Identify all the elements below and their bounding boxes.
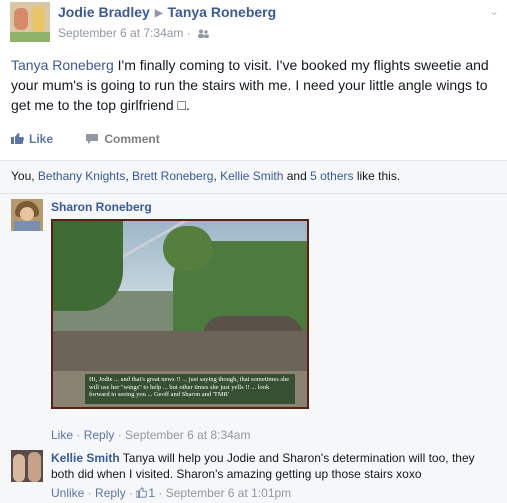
- thumbs-up-icon: [11, 133, 24, 144]
- photo-caption: Hi, Jodie ... and that's great news !! .…: [85, 374, 295, 404]
- comment-reply-link[interactable]: Reply: [95, 486, 126, 500]
- comment-actions: Like · Reply · September 6 at 8:34am: [51, 428, 250, 442]
- comment-icon: [86, 134, 99, 144]
- likes-you: You,: [11, 169, 38, 183]
- commenter-avatar[interactable]: [11, 450, 43, 482]
- comment-timestamp[interactable]: September 6 at 1:01pm: [166, 486, 291, 500]
- post: Jodie Bradley ▶ Tanya Roneberg September 6…: [0, 0, 507, 161]
- comment-like-link[interactable]: Like: [51, 428, 73, 442]
- commenter-avatar[interactable]: [11, 199, 43, 231]
- comment-like-count[interactable]: 1: [136, 486, 155, 500]
- liker-link[interactable]: Kellie Smith: [220, 169, 283, 183]
- post-timestamp[interactable]: September 6 at 7:34am: [58, 26, 183, 40]
- dot-separator: ·: [114, 428, 126, 442]
- friends-icon[interactable]: [197, 29, 210, 38]
- post-actions: Like Comment: [11, 132, 160, 146]
- post-header: Jodie Bradley ▶ Tanya Roneberg: [58, 4, 276, 20]
- chevron-down-icon[interactable]: ⌄: [489, 4, 499, 18]
- meta-separator: ·: [186, 26, 191, 40]
- comment-actions: Unlike · Reply · 1 · September 6 at 1:01…: [51, 486, 291, 500]
- liker-link[interactable]: Bethany Knights: [38, 169, 125, 183]
- likes-suffix: like this.: [353, 169, 401, 183]
- like-label: Like: [29, 132, 54, 146]
- comment-button[interactable]: Comment: [86, 132, 160, 146]
- post-meta: September 6 at 7:34am ·: [58, 26, 210, 40]
- comment-label: Comment: [104, 132, 160, 146]
- comments-section: Sharon Roneberg Hi, Jodie ... and that's…: [0, 194, 507, 503]
- dot-separator: ·: [84, 486, 96, 500]
- dot-separator: ·: [125, 486, 137, 500]
- author-avatar[interactable]: [10, 2, 50, 42]
- commenter-name-link[interactable]: Kellie Smith: [51, 451, 120, 465]
- comment-timestamp[interactable]: September 6 at 8:34am: [125, 428, 250, 442]
- thumbs-up-icon: [136, 487, 148, 498]
- others-link[interactable]: 5 others: [310, 169, 353, 183]
- dot-separator: ·: [155, 486, 166, 500]
- comment-photo[interactable]: Hi, Jodie ... and that's great news !! .…: [51, 219, 309, 409]
- likes-summary: You, Bethany Knights, Brett Roneberg, Ke…: [0, 161, 507, 194]
- author-name-link[interactable]: Jodie Bradley: [58, 4, 150, 20]
- arrow-right-icon: ▶: [154, 8, 163, 19]
- post-body: Tanya Roneberg I'm finally coming to vis…: [11, 55, 499, 115]
- liker-link[interactable]: Brett Roneberg: [132, 169, 213, 183]
- likes-separator: ,: [125, 169, 132, 183]
- likes-and: and: [283, 169, 311, 183]
- dot-separator: ·: [73, 428, 84, 442]
- comment-reply-link[interactable]: Reply: [84, 428, 115, 442]
- commenter-name-link[interactable]: Sharon Roneberg: [51, 200, 152, 214]
- comment-body: Kellie Smith Tanya will help you Jodie a…: [51, 450, 501, 482]
- like-button[interactable]: Like: [11, 132, 56, 146]
- tagged-name-link[interactable]: Tanya Roneberg: [11, 57, 114, 73]
- comment-unlike-link[interactable]: Unlike: [51, 486, 84, 500]
- recipient-name-link[interactable]: Tanya Roneberg: [168, 4, 277, 20]
